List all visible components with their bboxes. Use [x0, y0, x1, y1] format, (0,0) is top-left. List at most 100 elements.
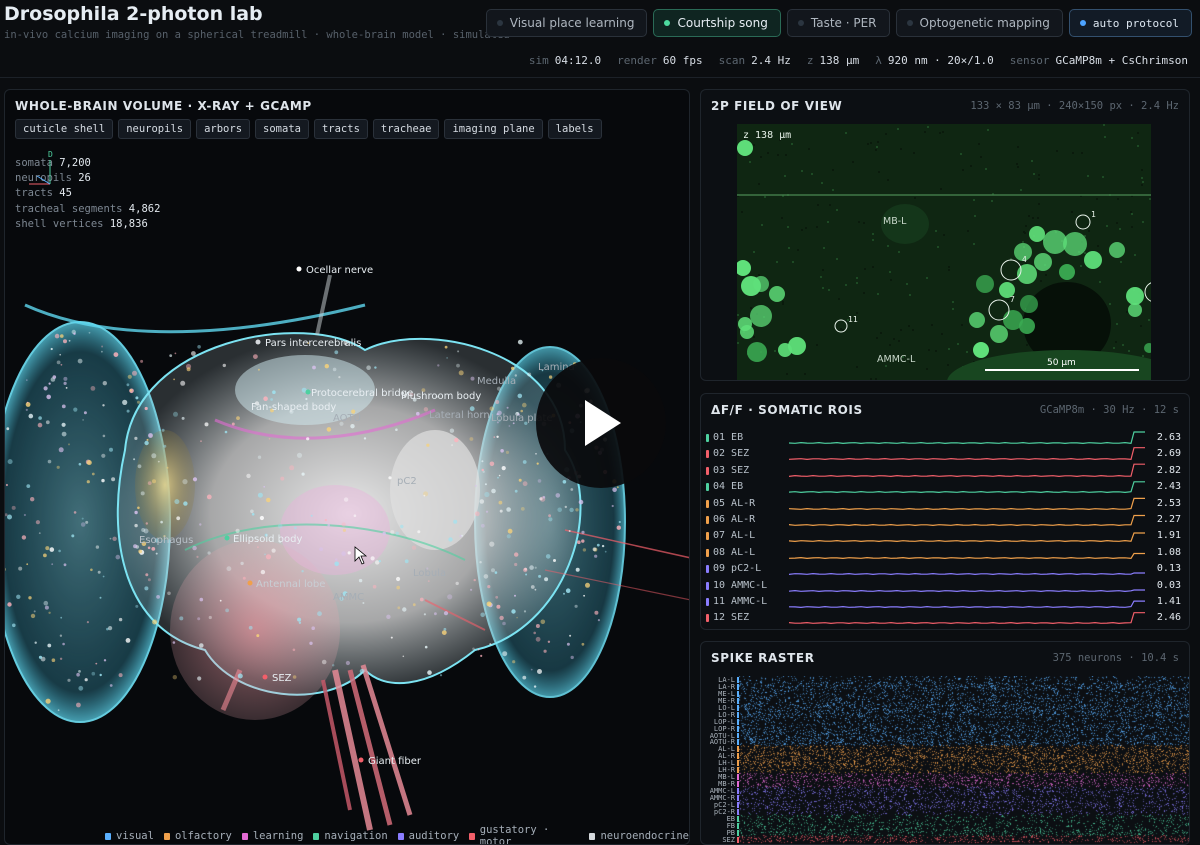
raster-group-bar: [737, 753, 739, 760]
region-label-ammc-l: AMMC-L: [877, 354, 916, 365]
brain-panel-title: WHOLE-BRAIN VOLUME · X-RAY + GCAMP: [15, 99, 312, 113]
status-dot-icon: [797, 20, 804, 26]
toggle-neuropils[interactable]: neuropils: [118, 119, 192, 139]
sim-stats: sim 04:12.0 render 60 fps scan 2.4 Hz z 138 …: [529, 54, 1188, 67]
roi-swatch: [706, 565, 709, 574]
raster-meta: 375 neurons · 10.4 s: [1052, 652, 1179, 664]
toggle-arbors[interactable]: arbors: [196, 119, 251, 139]
roi-label: 09 pC2-L: [713, 563, 762, 575]
label-lateral-horn: Lateral horn: [429, 410, 490, 421]
roi-value: 2.46: [1156, 612, 1181, 624]
roi-swatch: [706, 483, 709, 492]
legend-swatch: [313, 832, 320, 840]
scalebar-label: 50 µm: [1047, 358, 1076, 368]
fov-image[interactable]: 145711 z 138 µm MB-L AMMC-L 50 µm: [737, 124, 1151, 380]
play-button[interactable]: [536, 358, 666, 488]
raster-group-bar: [737, 677, 739, 683]
toggle-labels[interactable]: labels: [547, 119, 602, 139]
tab-optogenetic-mapping[interactable]: Optogenetic mapping: [895, 9, 1063, 37]
roi-swatch: [706, 614, 709, 623]
roi-swatch: [706, 466, 709, 475]
toggle-somata[interactable]: somata: [255, 119, 309, 139]
raster-group-bar: [737, 822, 739, 829]
region-label-mb-l: MB-L: [883, 216, 907, 227]
raster-group-bar: [737, 788, 739, 794]
roi-traces-panel: ΔF/F · SOMATIC ROIS GCaMP8m · 30 Hz · 12…: [700, 393, 1190, 630]
raster-group-bar: [737, 760, 739, 767]
roi-label: 01 EB: [713, 432, 744, 443]
roi-row[interactable]: 05 AL-R 2.53: [701, 496, 1189, 512]
roi-label: 03 SEZ: [713, 464, 750, 476]
raster-group-bar: [737, 808, 739, 815]
roi-label: 12 SEZ: [713, 612, 750, 624]
roi-meta: GCaMP8m · 30 Hz · 12 s: [1039, 404, 1179, 416]
roi-swatch: [706, 598, 709, 606]
app-title: Drosophila 2-photon lab: [4, 3, 263, 25]
label-giant-fiber: Giant fiber: [368, 756, 422, 767]
auto-protocol-button[interactable]: auto protocol: [1068, 9, 1192, 37]
roi-value: 0.03: [1156, 579, 1181, 591]
raster-title: SPIKE RASTER: [711, 651, 815, 665]
roi-label: 05 AL-R: [713, 497, 756, 509]
status-dot-icon: [496, 20, 503, 26]
roi-row[interactable]: 07 AL-L 1.91: [701, 528, 1189, 544]
roi-swatch: [706, 532, 709, 541]
tab-courtship-song[interactable]: Courtship song: [653, 9, 781, 37]
toggle-cuticle-shell[interactable]: cuticle shell: [15, 119, 114, 139]
roi-label: 06 AL-R: [713, 514, 756, 525]
raster-group-bar: [737, 690, 739, 697]
toggle-imaging-plane[interactable]: imaging plane: [444, 119, 543, 139]
tab-visual-place-learning[interactable]: Visual place learning: [485, 9, 648, 37]
stat-sim: sim 04:12.0: [528, 54, 602, 67]
roi-trace: [789, 612, 1145, 625]
roi-row[interactable]: 09 pC2-L 0.13: [701, 561, 1189, 577]
legend-item-1: olfactory: [163, 824, 232, 844]
legend-item-4: auditory: [397, 824, 459, 844]
roi-value: 2.27: [1156, 514, 1181, 525]
roi-row[interactable]: 03 SEZ 2.82: [701, 463, 1189, 479]
roi-label: 10 AMMC-L: [713, 579, 768, 591]
roi-value: 2.43: [1156, 481, 1181, 493]
toggle-tracheae[interactable]: tracheae: [372, 119, 440, 139]
roi-row[interactable]: 02 SEZ 2.69: [701, 446, 1189, 462]
roi-row[interactable]: 04 EB 2.43: [701, 479, 1189, 495]
label-ellipsoid-body: Ellipsoid body: [233, 534, 302, 545]
roi-trace: [789, 447, 1145, 461]
raster-group-bar: [737, 836, 739, 843]
raster-group-bar: [737, 781, 739, 788]
svg-text:D: D: [48, 150, 53, 159]
status-dot-icon: [1079, 20, 1086, 26]
roi-label: 04 EB: [713, 481, 744, 493]
roi-label: 11 AMMC-L: [713, 596, 768, 607]
label-antennal-lobe: Antennal lobe: [256, 579, 325, 590]
status-dot-icon: [906, 20, 913, 26]
label-fan-shaped-body: Fan-shaped body: [251, 402, 336, 413]
roi-row[interactable]: 10 AMMC-L 0.03: [701, 578, 1189, 594]
toggle-tracts[interactable]: tracts: [313, 119, 368, 139]
roi-row[interactable]: 12 SEZ 2.46: [701, 610, 1189, 626]
legend-swatch: [397, 832, 404, 840]
label-protocerebral-bridge: Protocerebral bridge: [311, 388, 413, 399]
roi-row[interactable]: 08 AL-L 1.08: [701, 545, 1189, 561]
stat-sensor: sensor GCaMP8m + CsChrimson: [1009, 54, 1188, 67]
fov-title: 2P FIELD OF VIEW: [711, 99, 843, 113]
label-pc2: pC2: [397, 476, 417, 487]
label-esophagus: Esophagus: [139, 535, 193, 546]
tab-taste-per[interactable]: Taste · PER: [786, 9, 890, 37]
raster-plot[interactable]: LA-L LA-R ME-L ME-R LO-L LO-R LOP-L LOP-R AOTU-L…: [701, 676, 1189, 844]
roi-row[interactable]: 01 EB 2.63: [701, 430, 1189, 446]
raster-group-bar: [737, 815, 739, 822]
roi-row[interactable]: 06 AL-R 2.27: [701, 512, 1189, 528]
axis-gizmo-icon: D: [29, 150, 53, 185]
roi-row[interactable]: 11 AMMC-L 1.41: [701, 594, 1189, 610]
raster-group-bar: [737, 767, 739, 774]
roi-swatch: [706, 581, 709, 590]
roi-label: 07 AL-L: [713, 530, 756, 542]
raster-group-bar: [737, 794, 739, 801]
roi-trace: [789, 463, 1145, 477]
label-sez: SEZ: [272, 673, 292, 684]
roi-swatch: [706, 548, 709, 557]
legend-swatch: [105, 832, 111, 840]
app-subtitle: in-vivo calcium imaging on a spherical t…: [4, 29, 510, 41]
roi-trace: [789, 431, 1145, 445]
